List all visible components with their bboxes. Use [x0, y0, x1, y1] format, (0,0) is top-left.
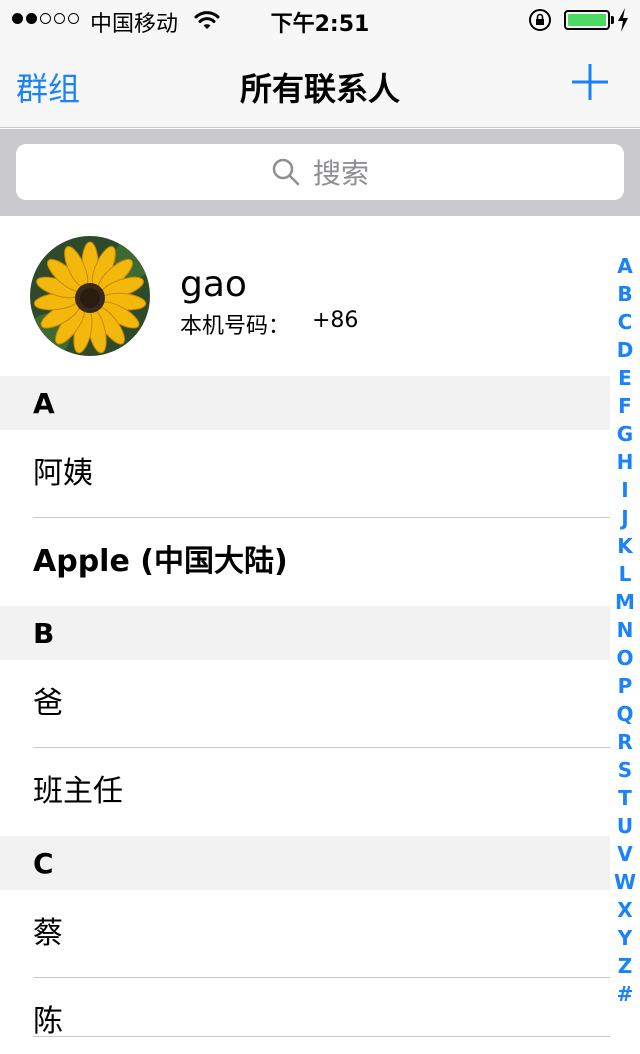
index-letter[interactable]: F [618, 392, 632, 420]
index-letter[interactable]: N [617, 616, 634, 644]
index-letter[interactable]: U [617, 812, 633, 840]
contact-row[interactable]: 班主任 [0, 748, 610, 836]
my-name: gao [180, 264, 247, 305]
index-letter[interactable]: M [615, 588, 635, 616]
index-letter[interactable]: L [619, 560, 632, 588]
contact-row[interactable]: 爸 [0, 660, 610, 748]
index-letter[interactable]: P [618, 672, 633, 700]
index-letter[interactable]: # [617, 980, 634, 1008]
search-input[interactable]: 搜索 [16, 144, 624, 200]
my-card[interactable]: gao 本机号码： +86 [0, 216, 610, 376]
index-letter[interactable]: J [621, 504, 628, 532]
section-header-b: B [0, 606, 610, 660]
search-bar: 搜索 [0, 129, 640, 216]
section-header-c: C [0, 836, 610, 890]
search-icon [272, 158, 300, 186]
charging-bolt-icon [618, 8, 628, 32]
section-header-a: A [0, 376, 610, 430]
status-bar: 中国移动 下午2:51 [0, 0, 640, 40]
index-letter[interactable]: V [617, 840, 632, 868]
index-letter[interactable]: Q [616, 700, 633, 728]
avatar [30, 236, 150, 356]
index-letter[interactable]: G [617, 420, 633, 448]
index-letter[interactable]: Y [618, 924, 632, 952]
index-letter[interactable]: D [617, 336, 634, 364]
page-title: 所有联系人 [239, 70, 400, 108]
contact-list: A 阿姨 Apple (中国大陆) B 爸 班主任 C 蔡 陈 [0, 376, 610, 1042]
contact-row[interactable]: 蔡 [0, 890, 610, 978]
battery-icon [564, 10, 610, 30]
search-placeholder: 搜索 [312, 157, 369, 190]
index-letter[interactable]: K [617, 532, 633, 560]
index-letter[interactable]: W [614, 868, 636, 896]
index-letter[interactable]: Z [618, 952, 633, 980]
navigation-bar: 群组 所有联系人 [0, 40, 640, 128]
contact-row[interactable]: 阿姨 [0, 430, 610, 518]
my-number-label: 本机号码： [180, 314, 291, 339]
index-letter[interactable]: R [617, 728, 632, 756]
add-contact-button[interactable] [570, 62, 610, 102]
battery-fill [568, 14, 606, 26]
index-letter[interactable]: I [621, 476, 628, 504]
index-letter[interactable]: S [618, 756, 632, 784]
my-number: +86 [312, 308, 359, 333]
index-letter[interactable]: H [617, 448, 634, 476]
index-letter[interactable]: E [618, 364, 632, 392]
sunflower-photo [30, 236, 150, 356]
orientation-lock-icon [529, 9, 551, 31]
contact-row[interactable]: 陈 [0, 978, 610, 1042]
contact-row[interactable]: Apple (中国大陆) [0, 518, 610, 606]
battery-tip [611, 16, 614, 24]
index-letter[interactable]: X [617, 896, 632, 924]
index-letter[interactable]: B [617, 280, 632, 308]
index-letter[interactable]: T [618, 784, 632, 812]
index-letter[interactable]: C [618, 308, 633, 336]
section-index[interactable]: A B C D E F G H I J K L M N O P Q R S T U V W X Y Z # [610, 252, 640, 1008]
index-letter[interactable]: O [616, 644, 633, 672]
row-divider [33, 1036, 610, 1037]
index-letter[interactable]: A [617, 252, 632, 280]
